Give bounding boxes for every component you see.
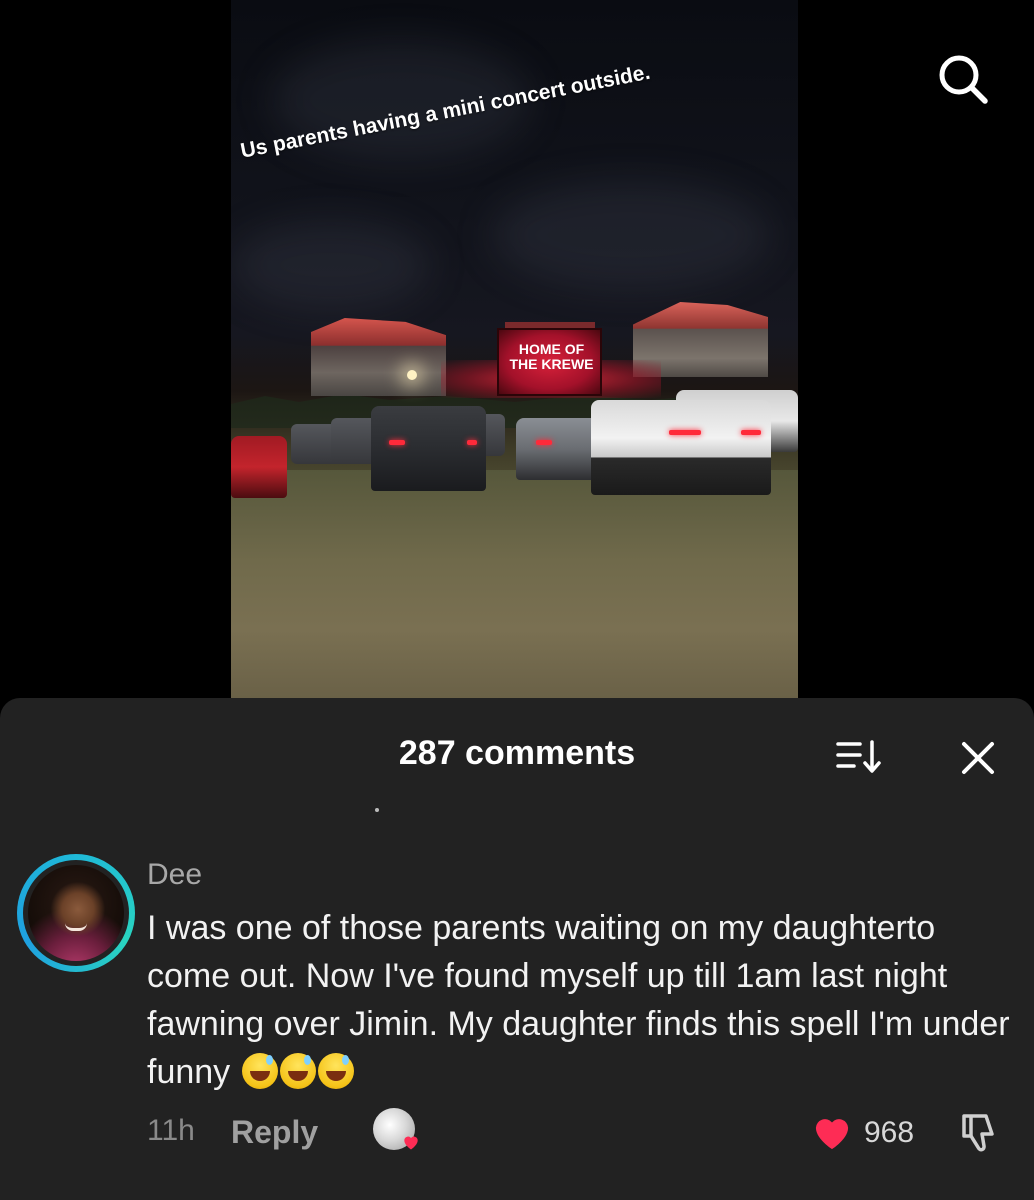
- comment-author[interactable]: Dee: [147, 858, 202, 892]
- avatar-photo: [28, 865, 124, 961]
- divider-dot: [375, 808, 379, 812]
- taillight: [536, 440, 552, 445]
- close-icon[interactable]: [956, 736, 1000, 780]
- stadium-scoreboard: HOME OF THE KREWE: [497, 328, 602, 396]
- avatar-border: [23, 860, 129, 966]
- sort-icon[interactable]: [834, 734, 884, 778]
- sweat-smile-emoji: [241, 1053, 278, 1089]
- sky-cloud: [231, 220, 431, 310]
- taillight: [741, 430, 761, 435]
- search-icon[interactable]: [932, 48, 994, 110]
- avatar[interactable]: [17, 854, 135, 972]
- comments-sheet: 287 comments Dee I was one of those pare…: [0, 698, 1034, 1200]
- comment-timestamp: 11h: [147, 1114, 195, 1147]
- scoreboard-line-1: HOME OF: [518, 341, 585, 357]
- sky-cloud: [491, 180, 771, 290]
- like-count: 968: [864, 1116, 915, 1149]
- parked-car-red: [231, 436, 287, 498]
- creator-heart-icon: [404, 1136, 418, 1150]
- heart-icon[interactable]: [810, 1112, 854, 1154]
- creator-liked-avatar: [373, 1108, 418, 1150]
- comment-text-block: I was one of those parents waiting on my…: [147, 904, 1017, 1096]
- sweat-smile-emoji: [317, 1053, 354, 1089]
- parked-truck: [371, 406, 486, 491]
- scoreboard-line-2: THE KREWE: [509, 356, 594, 372]
- video-frame[interactable]: HOME OF THE KREWE Us parents having a mi…: [231, 0, 798, 698]
- light-pole: [407, 370, 417, 380]
- stadium-stand-left: [311, 318, 446, 396]
- dislike-icon[interactable]: [956, 1110, 1000, 1156]
- taillight: [669, 430, 701, 435]
- avatar-smile: [65, 923, 87, 931]
- taillight: [389, 440, 405, 445]
- grass-field: [231, 470, 798, 698]
- parked-suv-white-front: [591, 400, 771, 495]
- taillight: [467, 440, 477, 445]
- sweat-smile-emoji: [279, 1053, 316, 1089]
- reply-button[interactable]: Reply: [231, 1114, 318, 1151]
